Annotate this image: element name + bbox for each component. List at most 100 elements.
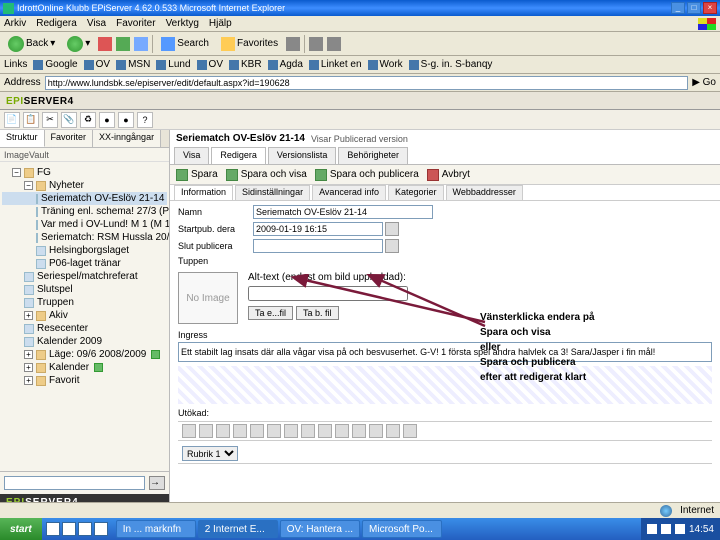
task-button[interactable]: 2 Internet E... xyxy=(198,520,278,538)
subtab-avancerad[interactable]: Avancerad info xyxy=(312,185,386,200)
tree-item[interactable]: Var med i OV-Lund! M 1 (M 1) xyxy=(41,218,169,231)
ql-icon[interactable] xyxy=(78,522,92,536)
expand-icon[interactable]: + xyxy=(24,363,33,372)
rte-style-select[interactable]: Rubrik 1 xyxy=(182,446,238,461)
task-button[interactable]: Microsoft Po... xyxy=(362,520,442,538)
tree-item[interactable]: Seriespel/matchreferat xyxy=(37,270,138,283)
input-slutpub[interactable] xyxy=(253,239,383,253)
link-item[interactable]: MSN xyxy=(116,59,150,70)
tree-search-button[interactable]: → xyxy=(149,476,165,490)
tree-item[interactable]: Seriematch OV-Eslöv 21-14 xyxy=(41,192,164,205)
tab-ingangar[interactable]: XX-inngångar xyxy=(93,130,161,147)
tree-item[interactable]: Truppen xyxy=(37,296,74,309)
tree-item[interactable]: Kalender xyxy=(49,361,89,374)
mail-icon[interactable] xyxy=(309,37,323,51)
go-button[interactable]: ▶ Go xyxy=(692,77,716,88)
tb-icon[interactable]: ● xyxy=(118,112,134,128)
menu-tools[interactable]: Verktyg xyxy=(166,18,199,29)
menu-view[interactable]: Visa xyxy=(87,18,106,29)
back-button[interactable]: Back▾ xyxy=(4,35,59,53)
expand-icon[interactable]: + xyxy=(24,350,33,359)
rte-align-icon[interactable] xyxy=(233,424,247,438)
rte-image-icon[interactable] xyxy=(284,424,298,438)
tb-new-icon[interactable]: 📄 xyxy=(4,112,20,128)
choose-file-button[interactable]: Ta e...fil xyxy=(248,306,293,320)
minimize-button[interactable]: _ xyxy=(671,2,685,14)
input-startpub[interactable] xyxy=(253,222,383,236)
tb-help-icon[interactable]: ? xyxy=(137,112,153,128)
link-item[interactable]: Work xyxy=(368,59,403,70)
tab-struktur[interactable]: Struktur xyxy=(0,130,45,147)
tree-item[interactable]: Resecenter xyxy=(37,322,88,335)
rte-bold-icon[interactable] xyxy=(182,424,196,438)
expand-icon[interactable]: + xyxy=(24,311,33,320)
rte-icon[interactable] xyxy=(369,424,383,438)
favorites-button[interactable]: Favorites xyxy=(217,36,282,52)
link-item[interactable]: Linket en xyxy=(309,59,362,70)
rte-italic-icon[interactable] xyxy=(199,424,213,438)
tree-item[interactable]: Träning enl. schema! 27/3 (P1) xyxy=(41,205,169,218)
ql-icon[interactable] xyxy=(62,522,76,536)
input-namn[interactable] xyxy=(253,205,433,219)
rte-icon[interactable] xyxy=(352,424,366,438)
link-item[interactable]: S-g. in. S-banqy xyxy=(409,59,493,70)
close-button[interactable]: × xyxy=(703,2,717,14)
save-and-view-button[interactable]: Spara och visa xyxy=(226,169,307,181)
link-item[interactable]: KBR xyxy=(229,59,262,70)
calendar-icon[interactable] xyxy=(385,222,399,236)
tab-visa[interactable]: Visa xyxy=(174,147,209,164)
tb-copy-icon[interactable]: 📋 xyxy=(23,112,39,128)
tray-icon[interactable] xyxy=(661,524,671,534)
collapse-icon[interactable]: − xyxy=(12,168,21,177)
rte-link-icon[interactable] xyxy=(267,424,281,438)
print-icon[interactable] xyxy=(327,37,341,51)
refresh-icon[interactable] xyxy=(116,37,130,51)
tree-item[interactable]: Helsingborgslaget xyxy=(49,244,129,257)
tree-item[interactable]: Seriematch: RSM Hussla 20/3 xyxy=(41,231,169,244)
subtab-webbaddresser[interactable]: Webbaddresser xyxy=(446,185,523,200)
task-button[interactable]: In ... marknfn xyxy=(116,520,196,538)
tb-paste-icon[interactable]: 📎 xyxy=(61,112,77,128)
tree-item[interactable]: Akiv xyxy=(49,309,68,322)
rte-icon[interactable] xyxy=(335,424,349,438)
tb-recycle-icon[interactable]: ♻ xyxy=(80,112,96,128)
maximize-button[interactable]: □ xyxy=(687,2,701,14)
tree-item[interactable]: Slutspel xyxy=(37,283,73,296)
collapse-icon[interactable]: − xyxy=(24,181,33,190)
link-item[interactable]: Google xyxy=(33,59,77,70)
address-input[interactable] xyxy=(45,76,689,90)
link-item[interactable]: Lund xyxy=(156,59,190,70)
link-item[interactable]: OV xyxy=(197,59,223,70)
ql-icon[interactable] xyxy=(46,522,60,536)
tab-redigera[interactable]: Redigera xyxy=(211,147,266,164)
tb-cut-icon[interactable]: ✂ xyxy=(42,112,58,128)
save-button[interactable]: Spara xyxy=(176,169,218,181)
subtab-kategorier[interactable]: Kategorier xyxy=(388,185,444,200)
tray-icon[interactable] xyxy=(675,524,685,534)
tab-behorigheter[interactable]: Behörigheter xyxy=(338,147,408,164)
tree-root[interactable]: FG xyxy=(37,166,51,179)
tree-item[interactable]: Läge: 09/6 2008/2009 xyxy=(49,348,146,361)
rte-table-icon[interactable] xyxy=(301,424,315,438)
rte-list-icon[interactable] xyxy=(250,424,264,438)
rte-icon[interactable] xyxy=(403,424,417,438)
history-icon[interactable] xyxy=(286,37,300,51)
link-item[interactable]: Agda xyxy=(268,59,303,70)
menu-favorites[interactable]: Favoriter xyxy=(116,18,155,29)
remove-file-button[interactable]: Ta b. fil xyxy=(296,306,339,320)
rte-icon[interactable] xyxy=(386,424,400,438)
tree-item[interactable]: Favorit xyxy=(49,374,80,387)
start-button[interactable]: start xyxy=(0,518,42,540)
task-button[interactable]: OV: Hantera ... xyxy=(280,520,360,538)
home-icon[interactable] xyxy=(134,37,148,51)
tree-search-input[interactable] xyxy=(4,476,145,490)
cancel-button[interactable]: Avbryt xyxy=(427,169,470,181)
system-tray[interactable]: 14:54 xyxy=(641,518,720,540)
tab-favoriter[interactable]: Favoriter xyxy=(45,130,94,147)
tab-versionslista[interactable]: Versionslista xyxy=(268,147,337,164)
tree-item[interactable]: Kalender 2009 xyxy=(37,335,102,348)
stop-icon[interactable] xyxy=(98,37,112,51)
search-button[interactable]: Search xyxy=(157,36,213,52)
link-item[interactable]: OV xyxy=(84,59,110,70)
tree-item[interactable]: P06-laget tränar xyxy=(49,257,121,270)
